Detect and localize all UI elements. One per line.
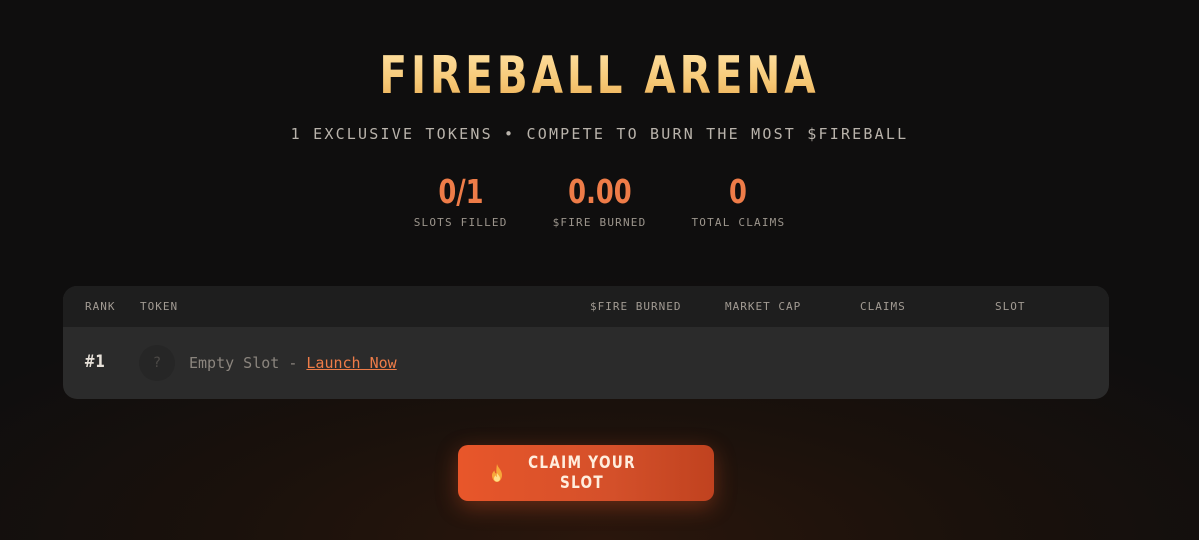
- empty-slot-text: Empty Slot - Launch Now: [189, 354, 397, 372]
- stat-slots-filled: 0/1 SLOTS FILLED: [414, 172, 508, 229]
- claim-button-label: CLAIM YOUR SLOT: [527, 453, 636, 493]
- table-header: RANK TOKEN $FIRE BURNED MARKET CAP CLAIM…: [63, 286, 1109, 327]
- stat-label: $FIRE BURNED: [552, 216, 647, 229]
- stat-value: 0/1: [438, 172, 484, 211]
- token-avatar-placeholder: ?: [139, 345, 175, 381]
- column-header-market-cap: MARKET CAP: [725, 300, 802, 313]
- stat-total-claims: 0 TOTAL CLAIMS: [691, 172, 785, 229]
- page-title: FIREBALL ARENA: [132, 44, 1067, 108]
- table-row: #1 ? Empty Slot - Launch Now: [63, 327, 1109, 399]
- column-header-claims: CLAIMS: [860, 300, 906, 313]
- empty-slot-label: Empty Slot -: [189, 354, 307, 372]
- stats-bar: 0/1 SLOTS FILLED 0.00 $FIRE BURNED 0 TOT…: [0, 172, 1199, 229]
- stat-label: TOTAL CLAIMS: [691, 216, 786, 229]
- column-header-rank: RANK: [85, 300, 116, 313]
- page-subtitle: 1 EXCLUSIVE TOKENS • COMPETE TO BURN THE…: [290, 125, 909, 143]
- rank-cell: #1: [84, 352, 105, 372]
- claim-your-slot-button[interactable]: CLAIM YOUR SLOT: [458, 445, 714, 501]
- stat-fire-burned: 0.00 $FIRE BURNED: [553, 172, 647, 229]
- column-header-fire-burned: $FIRE BURNED: [590, 300, 682, 313]
- column-header-token: TOKEN: [140, 300, 179, 313]
- column-header-slot: SLOT: [995, 300, 1026, 313]
- flame-icon: [491, 464, 502, 482]
- leaderboard-table: RANK TOKEN $FIRE BURNED MARKET CAP CLAIM…: [63, 286, 1109, 399]
- stat-value: 0.00: [567, 172, 632, 211]
- stat-value: 0: [729, 172, 748, 211]
- button-content: CLAIM YOUR SLOT: [489, 453, 684, 493]
- launch-now-link[interactable]: Launch Now: [306, 354, 396, 372]
- stat-label: SLOTS FILLED: [413, 216, 508, 229]
